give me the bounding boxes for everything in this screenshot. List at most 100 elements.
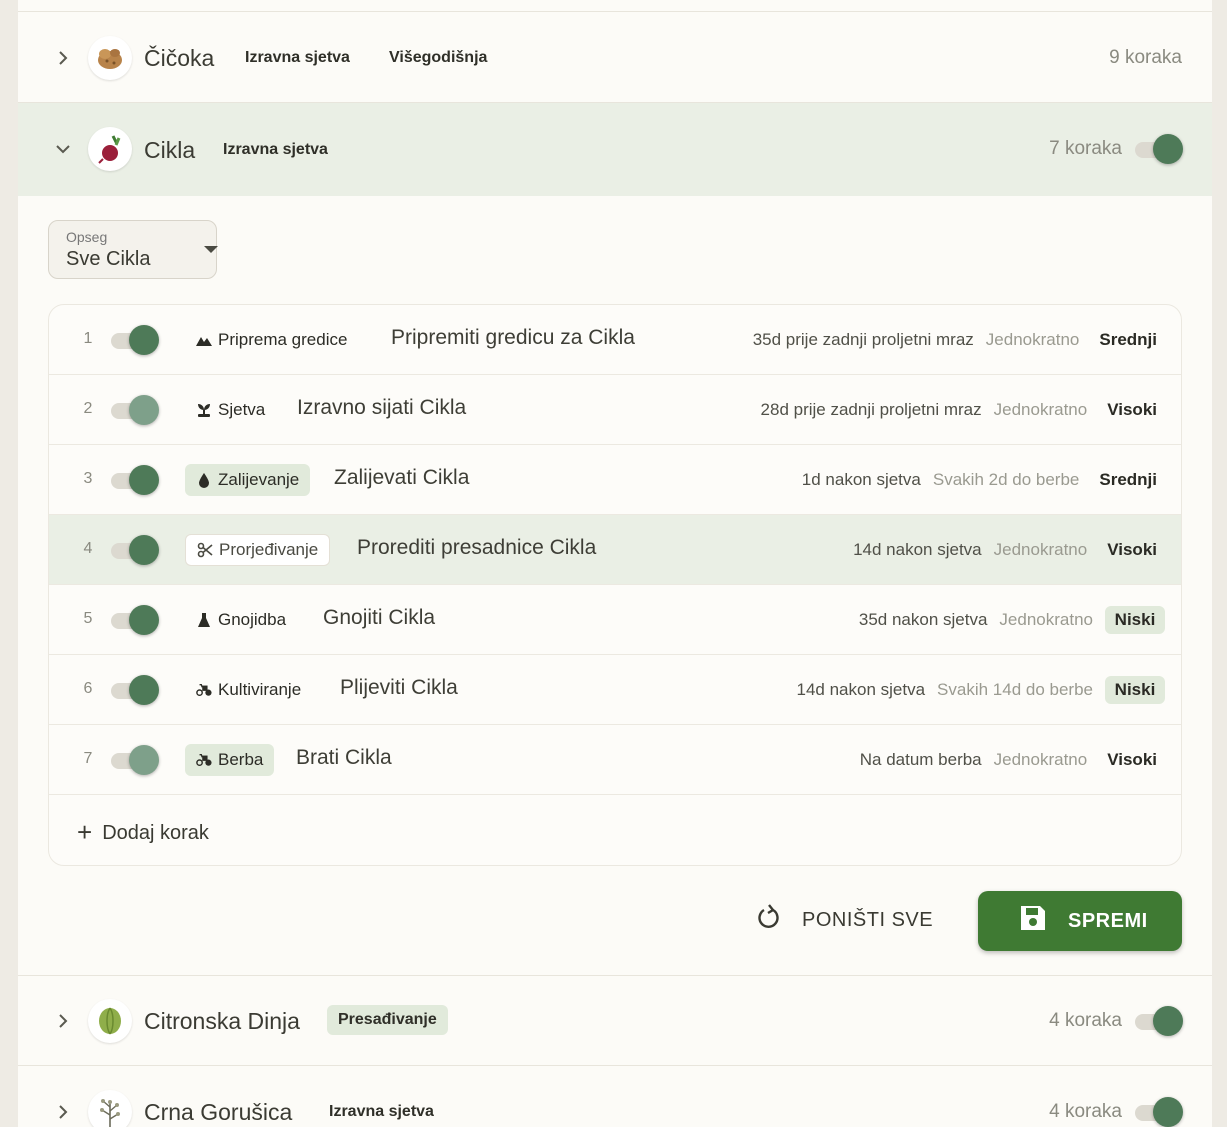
scope-select[interactable]: Opseg Sve Cikla — [48, 220, 218, 279]
step-title: Gnojiti Cikla — [323, 606, 436, 629]
crop-list-panel: Čičoka Izravna sjetva Višegodišnja 9 kor… — [18, 0, 1212, 1127]
crop-row-crna-gorusica[interactable]: Crna Gorušica Izravna sjetva 4 koraka — [18, 1067, 1212, 1127]
step-timing: 14d nakon sjetva — [853, 540, 982, 559]
add-step-button[interactable]: + Dodaj korak — [77, 818, 209, 848]
step-category-label: Kultiviranje — [218, 680, 302, 699]
step-meta: 35d nakon sjetva Jednokratno Niski — [859, 605, 1165, 635]
step-priority: Visoki — [1107, 750, 1157, 769]
step-category-label: Berba — [218, 750, 264, 769]
step-priority: Niski — [1105, 676, 1165, 704]
step-category-label: Sjetva — [218, 400, 266, 419]
crop-tag: Izravna sjetva — [245, 49, 350, 66]
step-timing: 28d prije zadnji proljetni mraz — [760, 400, 982, 419]
step-category: Gnojidba — [185, 604, 297, 636]
crop-tag: Izravna sjetva — [329, 1103, 434, 1120]
tractor-icon — [196, 682, 212, 698]
steps-list: 1 Priprema gredice Pripremiti gredicu za… — [48, 304, 1182, 866]
crop-enabled-toggle[interactable] — [1135, 1097, 1183, 1127]
step-category: Zalijevanje — [185, 464, 311, 496]
crop-row-citronska-dinja[interactable]: Citronska Dinja Presađivanje 4 koraka — [18, 976, 1212, 1066]
step-row[interactable]: 3 Zalijevanje Zalijevati Cikla 1d nakon … — [49, 445, 1181, 515]
add-step-label: Dodaj korak — [102, 821, 209, 844]
scope-value: Sve Cikla — [66, 248, 151, 270]
crop-enabled-toggle[interactable] — [1135, 134, 1183, 164]
step-category: Sjetva — [185, 394, 276, 426]
sunchoke-icon — [88, 36, 132, 80]
step-timing: 35d prije zadnji proljetni mraz — [752, 330, 974, 349]
step-title: Zalijevati Cikla — [334, 466, 470, 489]
step-category-label: Priprema gredice — [218, 330, 348, 349]
flask-icon — [196, 612, 212, 628]
step-number: 3 — [83, 470, 93, 487]
step-number: 6 — [83, 680, 93, 697]
scope-label: Opseg — [66, 229, 108, 245]
reset-all-button[interactable]: PONIŠTI SVE — [756, 900, 933, 940]
step-toggle[interactable] — [111, 535, 159, 565]
step-frequency: Jednokratno — [993, 540, 1088, 559]
save-icon — [1018, 903, 1048, 939]
step-frequency: Jednokratno — [993, 750, 1088, 769]
step-title: Prorediti presadnice Cikla — [357, 536, 597, 559]
step-title: Izravno sijati Cikla — [297, 396, 467, 419]
crop-row-cikla[interactable]: Cikla Izravna sjetva 7 koraka — [18, 103, 1212, 196]
step-timing: 14d nakon sjetva — [796, 680, 926, 699]
step-row[interactable]: 1 Priprema gredice Pripremiti gredicu za… — [49, 305, 1181, 375]
chevron-right-icon[interactable] — [54, 1012, 72, 1030]
step-toggle[interactable] — [111, 395, 159, 425]
crop-steps-count: 4 koraka — [1049, 1010, 1122, 1031]
crop-enabled-toggle[interactable] — [1135, 1006, 1183, 1036]
tractor-icon — [196, 752, 212, 768]
crop-row-cicoka[interactable]: Čičoka Izravna sjetva Višegodišnja 9 kor… — [18, 13, 1212, 103]
chevron-down-icon[interactable] — [54, 140, 72, 158]
chevron-right-icon[interactable] — [54, 1103, 72, 1121]
crop-tag: Izravna sjetva — [223, 141, 328, 158]
save-label: SPREMI — [1068, 909, 1148, 932]
caret-down-icon — [204, 246, 218, 253]
crop-tag: Presađivanje — [327, 1005, 448, 1035]
step-category-label: Prorjeđivanje — [219, 540, 319, 559]
step-timing: 35d nakon sjetva — [858, 610, 988, 629]
step-row[interactable]: 4 Prorjeđivanje Prorediti presadnice Cik… — [49, 515, 1181, 585]
seedling-icon — [196, 402, 212, 418]
previous-crop-edge — [18, 0, 1212, 12]
step-meta: 14d nakon sjetva Jednokratno Visoki — [853, 535, 1165, 565]
crop-steps-count: 4 koraka — [1049, 1101, 1122, 1122]
step-title: Brati Cikla — [296, 746, 392, 769]
chevron-right-icon[interactable] — [54, 49, 72, 67]
step-meta: 35d prije zadnji proljetni mraz Jednokra… — [753, 325, 1165, 355]
step-number: 1 — [83, 330, 93, 347]
step-meta: Na datum berba Jednokratno Visoki — [860, 745, 1165, 775]
step-toggle[interactable] — [111, 605, 159, 635]
reset-icon — [756, 903, 782, 937]
step-timing: 1d nakon sjetva — [801, 470, 921, 489]
step-row[interactable]: 7 Berba Brati Cikla Na datum berba Jedno… — [49, 725, 1181, 795]
step-category: Kultiviranje — [185, 674, 312, 706]
step-frequency: Svakih 2d do berbe — [932, 470, 1080, 489]
step-category: Berba — [185, 744, 275, 776]
beet-icon — [88, 127, 132, 171]
step-meta: 1d nakon sjetva Svakih 2d do berbe Sredn… — [802, 465, 1165, 495]
step-priority: Srednji — [1099, 470, 1157, 489]
step-row[interactable]: 2 Sjetva Izravno sijati Cikla 28d prije … — [49, 375, 1181, 445]
water-drop-icon — [196, 472, 212, 488]
step-toggle[interactable] — [111, 675, 159, 705]
step-priority: Niski — [1105, 606, 1165, 634]
save-button[interactable]: SPREMI — [978, 891, 1182, 951]
step-toggle[interactable] — [111, 465, 159, 495]
step-frequency: Jednokratno — [985, 330, 1080, 349]
step-row[interactable]: 5 Gnojidba Gnojiti Cikla 35d nakon sjetv… — [49, 585, 1181, 655]
step-category-label: Gnojidba — [218, 610, 287, 629]
crop-name: Cikla — [144, 137, 196, 163]
crop-steps-count: 7 koraka — [1049, 138, 1122, 159]
step-number: 2 — [83, 400, 93, 417]
step-toggle[interactable] — [111, 325, 159, 355]
crop-tag: Višegodišnja — [389, 49, 488, 66]
melon-icon — [88, 999, 132, 1043]
step-toggle[interactable] — [111, 745, 159, 775]
step-category-label: Zalijevanje — [218, 470, 300, 489]
terrain-icon — [196, 332, 212, 348]
step-timing: Na datum berba — [859, 750, 982, 769]
step-frequency: Jednokratno — [999, 610, 1093, 629]
step-row[interactable]: 6 Kultiviranje Plijeviti Cikla 14d nakon… — [49, 655, 1181, 725]
reset-label: PONIŠTI SVE — [802, 908, 934, 931]
